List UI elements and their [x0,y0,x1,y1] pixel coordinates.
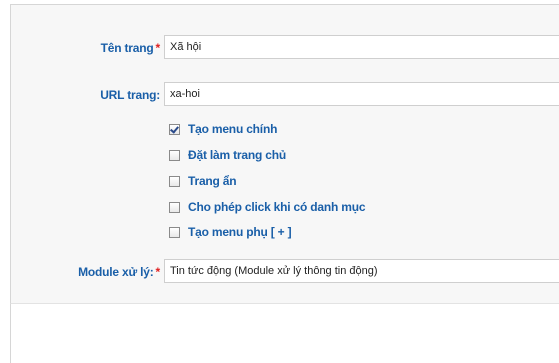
module-select[interactable]: Tin tức động (Module xử lý thông tin độn… [164,259,559,283]
main-menu-checkbox[interactable] [169,123,180,135]
page-name-input[interactable]: Xã hội [164,35,559,59]
page-name-label-text: Tên trang [100,41,154,55]
option-main-menu[interactable]: Tạo menu chính [169,121,277,137]
page-url-label: URL trang: [100,88,160,102]
page-url-input[interactable]: xa-hoi [164,82,559,106]
required-mark: * [155,41,161,55]
main-menu-label[interactable]: Tạo menu chính [188,122,277,136]
option-sub-menu[interactable]: Tạo menu phụ [ + ] [169,224,292,240]
page-name-label: Tên trang * [40,41,161,55]
allow-click-checkbox[interactable] [169,201,180,213]
set-homepage-label[interactable]: Đặt làm trang chủ [188,148,286,162]
hidden-page-label[interactable]: Trang ẩn [188,174,237,188]
option-set-homepage[interactable]: Đặt làm trang chủ [169,147,286,163]
option-allow-click-with-category[interactable]: Cho phép click khi có danh mục [169,199,366,215]
set-homepage-checkbox[interactable] [169,149,180,161]
required-mark: * [155,265,161,279]
module-label-text: Module xử lý: [78,265,154,279]
sub-menu-checkbox[interactable] [169,226,180,238]
form-footer-area [10,303,559,363]
page: Tên trang * Xã hội URL trang: xa-hoi Tạo … [0,0,559,363]
option-hidden-page[interactable]: Trang ẩn [169,173,237,189]
module-label: Module xử lý: * [30,265,160,279]
hidden-page-checkbox[interactable] [169,175,180,187]
sub-menu-label[interactable]: Tạo menu phụ [ + ] [188,225,292,239]
allow-click-label[interactable]: Cho phép click khi có danh mục [188,200,366,214]
